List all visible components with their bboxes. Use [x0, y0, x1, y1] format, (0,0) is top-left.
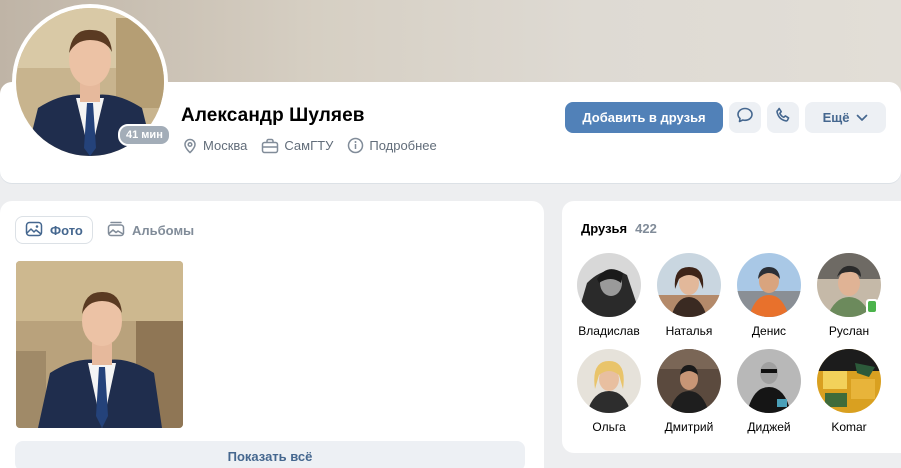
- chevron-down-icon: [856, 110, 868, 125]
- friends-header[interactable]: Друзья 422: [581, 221, 657, 236]
- mobile-online-icon: [866, 299, 878, 314]
- friend-name: Владислав: [578, 324, 640, 338]
- tab-albums-label: Альбомы: [132, 222, 195, 238]
- photo-thumbnail[interactable]: [16, 261, 183, 428]
- friends-block: Друзья 422 Владислав Наталья Денис Русла…: [562, 201, 901, 453]
- more-info-link[interactable]: Подробнее: [347, 137, 437, 154]
- briefcase-icon: [261, 138, 279, 154]
- friend-name: Руслан: [828, 324, 870, 338]
- friends-count: 422: [635, 221, 657, 236]
- call-button[interactable]: [767, 102, 799, 133]
- friend-name: Komar: [831, 420, 867, 434]
- show-all-button[interactable]: Показать всё: [15, 441, 525, 468]
- more-label: Ещё: [822, 110, 850, 125]
- friend-name: Наталья: [665, 324, 713, 338]
- friend-avatar: [817, 349, 881, 413]
- friend-avatar: [737, 349, 801, 413]
- message-icon: [736, 106, 754, 129]
- city-info[interactable]: Москва: [182, 138, 247, 154]
- online-status-badge: 41 мин: [118, 124, 171, 146]
- friend-item[interactable]: Руслан: [809, 253, 889, 338]
- location-icon: [182, 138, 198, 154]
- image-icon: [25, 221, 43, 240]
- friend-item[interactable]: Komar: [809, 349, 889, 434]
- friend-name: Диджей: [747, 420, 791, 434]
- more-button[interactable]: Ещё: [805, 102, 886, 133]
- friend-avatar: [657, 253, 721, 317]
- friend-item[interactable]: Диджей: [729, 349, 809, 434]
- tab-photos[interactable]: Фото: [15, 216, 93, 244]
- friend-avatar: [577, 349, 641, 413]
- tab-albums[interactable]: Альбомы: [98, 216, 203, 244]
- add-friend-button[interactable]: Добавить в друзья: [565, 102, 723, 133]
- friend-item[interactable]: Ольга: [569, 349, 649, 434]
- friend-avatar: [657, 349, 721, 413]
- friend-name: Ольга: [592, 420, 626, 434]
- tab-photos-label: Фото: [50, 222, 83, 238]
- more-info-label: Подробнее: [369, 138, 437, 153]
- info-icon: [347, 137, 364, 154]
- friend-item[interactable]: Денис: [729, 253, 809, 338]
- phone-icon: [774, 106, 792, 129]
- friend-item[interactable]: Владислав: [569, 253, 649, 338]
- albums-icon: [107, 221, 125, 240]
- friend-item[interactable]: Наталья: [649, 253, 729, 338]
- friend-name: Дмитрий: [664, 420, 714, 434]
- friend-avatar: [737, 253, 801, 317]
- city-label: Москва: [203, 138, 248, 153]
- friend-name: Денис: [751, 324, 787, 338]
- friend-avatar: [577, 253, 641, 317]
- friends-title: Друзья: [581, 221, 628, 236]
- friend-item[interactable]: Дмитрий: [649, 349, 729, 434]
- photos-block: Фото Альбомы Показать всё: [0, 201, 544, 468]
- message-button[interactable]: [729, 102, 761, 133]
- university-info[interactable]: СамГТУ: [261, 138, 333, 154]
- profile-meta: Москва СамГТУ Подробнее: [182, 137, 437, 154]
- profile-name: Александр Шуляев: [181, 105, 365, 126]
- university-label: СамГТУ: [284, 138, 334, 153]
